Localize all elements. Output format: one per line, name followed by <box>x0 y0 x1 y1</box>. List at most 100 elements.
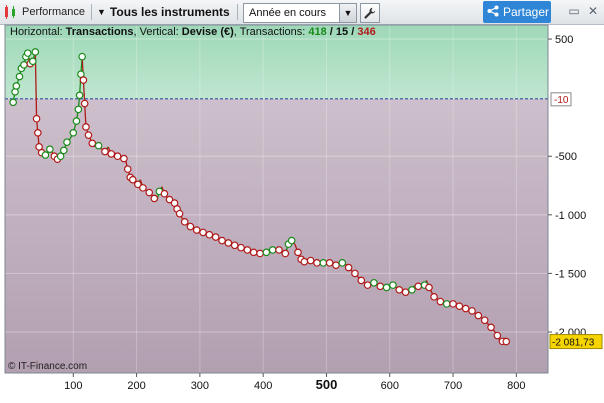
info-prefix-transactions: , Transactions: <box>233 26 309 38</box>
trade-marker <box>23 49 32 57</box>
share-label: Partager <box>503 5 550 19</box>
trade-marker <box>408 286 416 294</box>
chevron-down-icon[interactable]: ▼ <box>339 4 356 22</box>
trade-marker <box>224 239 233 247</box>
trade-marker <box>425 283 433 292</box>
wrench-icon[interactable] <box>360 3 380 23</box>
trade-marker <box>461 304 470 313</box>
trade-marker <box>262 248 271 257</box>
trade-marker <box>344 263 353 272</box>
trade-marker <box>414 282 423 291</box>
trade-marker <box>41 151 50 159</box>
trade-marker <box>449 300 457 308</box>
minimize-icon[interactable]: ▭ <box>566 3 582 19</box>
y-tick-label: 500 <box>555 34 573 46</box>
current-value-label: -2 081,73 <box>552 338 595 349</box>
trade-marker <box>63 138 71 146</box>
x-axis: 100 200 300 400 500 600 700 800 <box>64 373 526 392</box>
trade-marker <box>455 302 464 311</box>
trade-marker <box>145 188 154 197</box>
trade-marker <box>401 288 410 296</box>
trade-marker <box>28 57 37 66</box>
toolbar-separator <box>237 4 238 20</box>
trade-marker <box>395 286 404 294</box>
y-axis: 500-500-1 000-1 500-2 000 <box>548 34 586 339</box>
info-vertical-value: Devise (€) <box>181 26 234 38</box>
trade-marker <box>192 226 201 234</box>
trade-marker <box>59 146 68 155</box>
trade-marker <box>94 141 103 150</box>
info-horizontal-value: Transactions <box>65 26 134 38</box>
trade-marker <box>74 105 83 114</box>
x-tick-label: 700 <box>444 380 462 392</box>
trade-marker <box>211 233 220 241</box>
trade-marker <box>376 282 385 291</box>
share-icon <box>483 5 503 20</box>
performance-chart-icon[interactable] <box>4 3 20 21</box>
trade-marker <box>436 297 445 306</box>
trade-marker <box>82 123 90 131</box>
trade-marker <box>205 230 214 239</box>
x-tick-label: 800 <box>507 380 525 392</box>
trade-marker <box>382 283 391 292</box>
trade-marker <box>31 48 40 56</box>
trade-marker <box>34 128 42 137</box>
trade-marker <box>468 307 476 315</box>
trade-marker <box>72 117 81 125</box>
trade-marker <box>32 114 41 123</box>
x-tick-label: 400 <box>254 380 272 392</box>
toolbar-separator <box>91 4 92 20</box>
trade-marker <box>180 218 189 226</box>
x-tick-label: 500 <box>316 377 338 392</box>
trade-marker <box>175 209 184 218</box>
trade-marker <box>75 91 84 100</box>
trade-marker <box>487 323 495 332</box>
period-select[interactable]: Année en cours ▼ <box>243 3 357 23</box>
instrument-selector[interactable]: ▼ Tous les instruments <box>97 3 230 21</box>
close-icon[interactable]: ✕ <box>585 3 601 19</box>
trade-marker <box>300 257 309 266</box>
trade-marker <box>338 259 347 267</box>
trade-marker <box>123 165 132 173</box>
info-separator: / <box>348 26 358 38</box>
share-button[interactable]: Partager <box>483 1 551 23</box>
info-separator: / <box>326 26 336 38</box>
trade-marker <box>287 236 296 245</box>
trade-marker <box>69 128 78 137</box>
copyright-label: © IT-Finance.com <box>8 361 88 372</box>
y-tick-label: -500 <box>555 151 577 163</box>
trade-marker <box>230 241 239 250</box>
trade-marker <box>12 82 21 90</box>
trade-marker <box>363 281 372 289</box>
transactions-win-count: 418 <box>308 26 327 38</box>
chart-info-line: Horizontal: Transactions, Vertical: Devi… <box>10 26 376 38</box>
x-tick-label: 200 <box>127 380 145 392</box>
performance-chart: 500 -500 -1 000 -1 500 -2 000 100 200 300 400 50… <box>0 24 604 400</box>
trade-marker <box>46 145 54 154</box>
trade-marker <box>275 246 283 254</box>
trade-marker <box>88 139 97 148</box>
chevron-down-icon: ▼ <box>97 7 106 17</box>
toolbar: Performance ▼ Tous les instruments Année… <box>0 0 604 25</box>
chart-svg: 500-500-1 000-1 500-2 000 100 200 300 400 50… <box>4 24 603 392</box>
trade-marker <box>113 152 122 161</box>
trade-marker <box>160 189 169 198</box>
trade-marker <box>20 61 28 69</box>
trade-marker <box>80 99 89 108</box>
trade-marker <box>351 269 359 278</box>
trade-marker <box>281 249 290 258</box>
transactions-neutral-count: 15 <box>335 26 349 38</box>
trade-marker <box>186 222 195 231</box>
period-value: Année en cours <box>249 7 327 19</box>
trade-marker <box>237 243 245 252</box>
x-tick-label: 600 <box>381 380 399 392</box>
trade-marker <box>9 98 17 107</box>
y-tick-label: -1 000 <box>555 210 586 222</box>
trade-marker <box>442 300 451 308</box>
trade-marker <box>101 147 109 156</box>
trade-marker <box>325 259 334 267</box>
trade-marker <box>150 194 159 203</box>
trade-marker <box>306 256 315 265</box>
info-prefix-horizontal: Horizontal: <box>10 26 66 38</box>
performance-label[interactable]: Performance <box>22 3 85 21</box>
